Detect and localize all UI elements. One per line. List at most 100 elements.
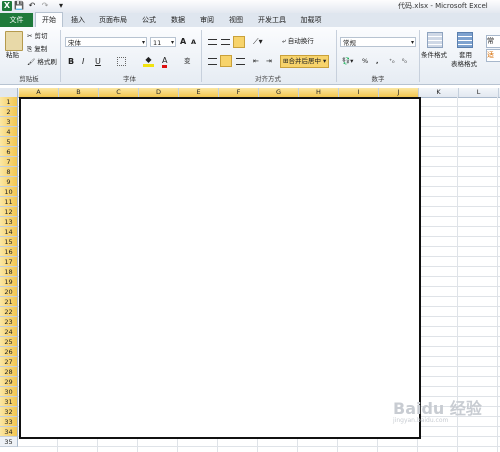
row-header-8[interactable]: 8 <box>0 167 18 177</box>
table-format-label-bottom[interactable]: 表格格式 <box>451 60 477 69</box>
table-format-label-top[interactable]: 套用 <box>459 51 472 60</box>
grow-font-button[interactable]: A <box>180 37 186 46</box>
orientation-icon[interactable]: ⟋▾ <box>253 37 263 46</box>
merge-center-button[interactable]: ⊞合并后居中 ▾ <box>280 55 330 68</box>
row-header-32[interactable]: 32 <box>0 407 18 417</box>
border-icon[interactable] <box>117 57 126 66</box>
increase-decimal-icon[interactable]: ⁺₀ <box>389 57 395 66</box>
row-header-4[interactable]: 4 <box>0 127 18 137</box>
row-header-7[interactable]: 7 <box>0 157 18 167</box>
tab-developer[interactable]: 开发工具 <box>253 13 291 27</box>
increase-indent-icon[interactable]: ⇥ <box>266 57 272 66</box>
shrink-font-button[interactable]: A <box>191 38 196 47</box>
column-header-f[interactable]: F <box>219 88 259 97</box>
column-header-c[interactable]: C <box>99 88 139 97</box>
row-header-13[interactable]: 13 <box>0 217 18 227</box>
row-header-19[interactable]: 19 <box>0 277 18 287</box>
paste-icon[interactable] <box>5 31 23 51</box>
column-header-g[interactable]: G <box>259 88 299 97</box>
row-header-2[interactable]: 2 <box>0 107 18 117</box>
tab-file[interactable]: 文件 <box>0 13 33 27</box>
column-header-e[interactable]: E <box>179 88 219 97</box>
font-size-select[interactable]: 11 ▾ <box>150 37 176 47</box>
number-format-select[interactable]: 常规 ▾ <box>340 37 416 47</box>
phonetic-button[interactable]: 变 <box>184 57 191 66</box>
column-header-a[interactable]: A <box>19 88 59 97</box>
row-header-14[interactable]: 14 <box>0 227 18 237</box>
tab-home[interactable]: 开始 <box>35 12 63 27</box>
underline-button[interactable]: U <box>95 57 101 66</box>
excel-logo-icon[interactable]: X <box>2 1 12 11</box>
bold-button[interactable]: B <box>68 57 74 66</box>
column-header-h[interactable]: H <box>299 88 339 97</box>
comma-style-button[interactable]: , <box>376 57 378 66</box>
conditional-format-button[interactable]: 条件格式 <box>421 51 447 60</box>
fill-color-icon[interactable]: ◆ <box>143 56 154 67</box>
copy-button[interactable]: ⎘ 复制 <box>27 45 47 54</box>
row-header-24[interactable]: 24 <box>0 327 18 337</box>
font-name-select[interactable]: 宋体 ▾ <box>65 37 147 47</box>
row-header-12[interactable]: 12 <box>0 207 18 217</box>
row-header-6[interactable]: 6 <box>0 147 18 157</box>
row-header-11[interactable]: 11 <box>0 197 18 207</box>
column-header-j[interactable]: J <box>379 88 419 97</box>
column-header-b[interactable]: B <box>59 88 99 97</box>
decrease-decimal-icon[interactable]: ⁰₀ <box>402 57 407 66</box>
row-header-30[interactable]: 30 <box>0 387 18 397</box>
customize-quick-access-icon[interactable]: ▾ <box>56 1 66 11</box>
select-all-corner[interactable] <box>0 88 18 97</box>
row-header-29[interactable]: 29 <box>0 377 18 387</box>
cell-style-normal[interactable]: 常 <box>486 35 500 48</box>
row-header-17[interactable]: 17 <box>0 257 18 267</box>
save-icon[interactable]: 💾 <box>14 1 24 11</box>
row-header-25[interactable]: 25 <box>0 337 18 347</box>
row-header-1[interactable]: 1 <box>0 97 18 107</box>
tab-data[interactable]: 数据 <box>166 13 190 27</box>
tab-page-layout[interactable]: 页面布局 <box>94 13 132 27</box>
wrap-text-button[interactable]: ⤶ 自动换行 <box>282 37 314 46</box>
align-bottom-icon[interactable] <box>233 36 245 48</box>
align-left-icon[interactable] <box>208 58 217 65</box>
conditional-format-icon[interactable] <box>427 32 443 48</box>
row-header-20[interactable]: 20 <box>0 287 18 297</box>
row-header-35[interactable]: 35 <box>0 437 18 447</box>
row-header-26[interactable]: 26 <box>0 347 18 357</box>
tab-review[interactable]: 审阅 <box>195 13 219 27</box>
undo-icon[interactable]: ↶ <box>27 1 37 11</box>
row-header-31[interactable]: 31 <box>0 397 18 407</box>
align-top-icon[interactable] <box>208 39 217 45</box>
tab-view[interactable]: 视图 <box>224 13 248 27</box>
format-painter-button[interactable]: 🖌 格式刷 <box>27 58 57 67</box>
row-header-22[interactable]: 22 <box>0 307 18 317</box>
tab-formulas[interactable]: 公式 <box>137 13 161 27</box>
accounting-format-icon[interactable]: 💱▾ <box>342 57 353 66</box>
font-color-button[interactable]: A <box>162 56 168 68</box>
column-header-k[interactable]: K <box>419 88 459 97</box>
cut-button[interactable]: ✂ 剪切 <box>27 32 48 41</box>
table-format-icon[interactable] <box>457 32 473 48</box>
align-center-icon[interactable] <box>220 55 232 67</box>
row-header-15[interactable]: 15 <box>0 237 18 247</box>
redo-icon[interactable]: ↷ <box>40 1 50 11</box>
tab-addins[interactable]: 加载项 <box>296 13 326 27</box>
column-header-l[interactable]: L <box>459 88 499 97</box>
row-header-21[interactable]: 21 <box>0 297 18 307</box>
row-header-23[interactable]: 23 <box>0 317 18 327</box>
row-header-10[interactable]: 10 <box>0 187 18 197</box>
row-header-3[interactable]: 3 <box>0 117 18 127</box>
row-header-34[interactable]: 34 <box>0 427 18 437</box>
row-header-33[interactable]: 33 <box>0 417 18 427</box>
tab-insert[interactable]: 插入 <box>66 13 90 27</box>
paste-button[interactable]: 粘贴 <box>6 51 19 60</box>
column-header-i[interactable]: I <box>339 88 379 97</box>
cell-style-suit[interactable]: 适 <box>486 49 500 62</box>
align-middle-icon[interactable] <box>221 39 230 45</box>
decrease-indent-icon[interactable]: ⇤ <box>253 57 259 66</box>
row-header-5[interactable]: 5 <box>0 137 18 147</box>
row-header-28[interactable]: 28 <box>0 367 18 377</box>
row-header-16[interactable]: 16 <box>0 247 18 257</box>
row-header-18[interactable]: 18 <box>0 267 18 277</box>
column-header-d[interactable]: D <box>139 88 179 97</box>
row-header-9[interactable]: 9 <box>0 177 18 187</box>
italic-button[interactable]: I <box>82 57 84 66</box>
